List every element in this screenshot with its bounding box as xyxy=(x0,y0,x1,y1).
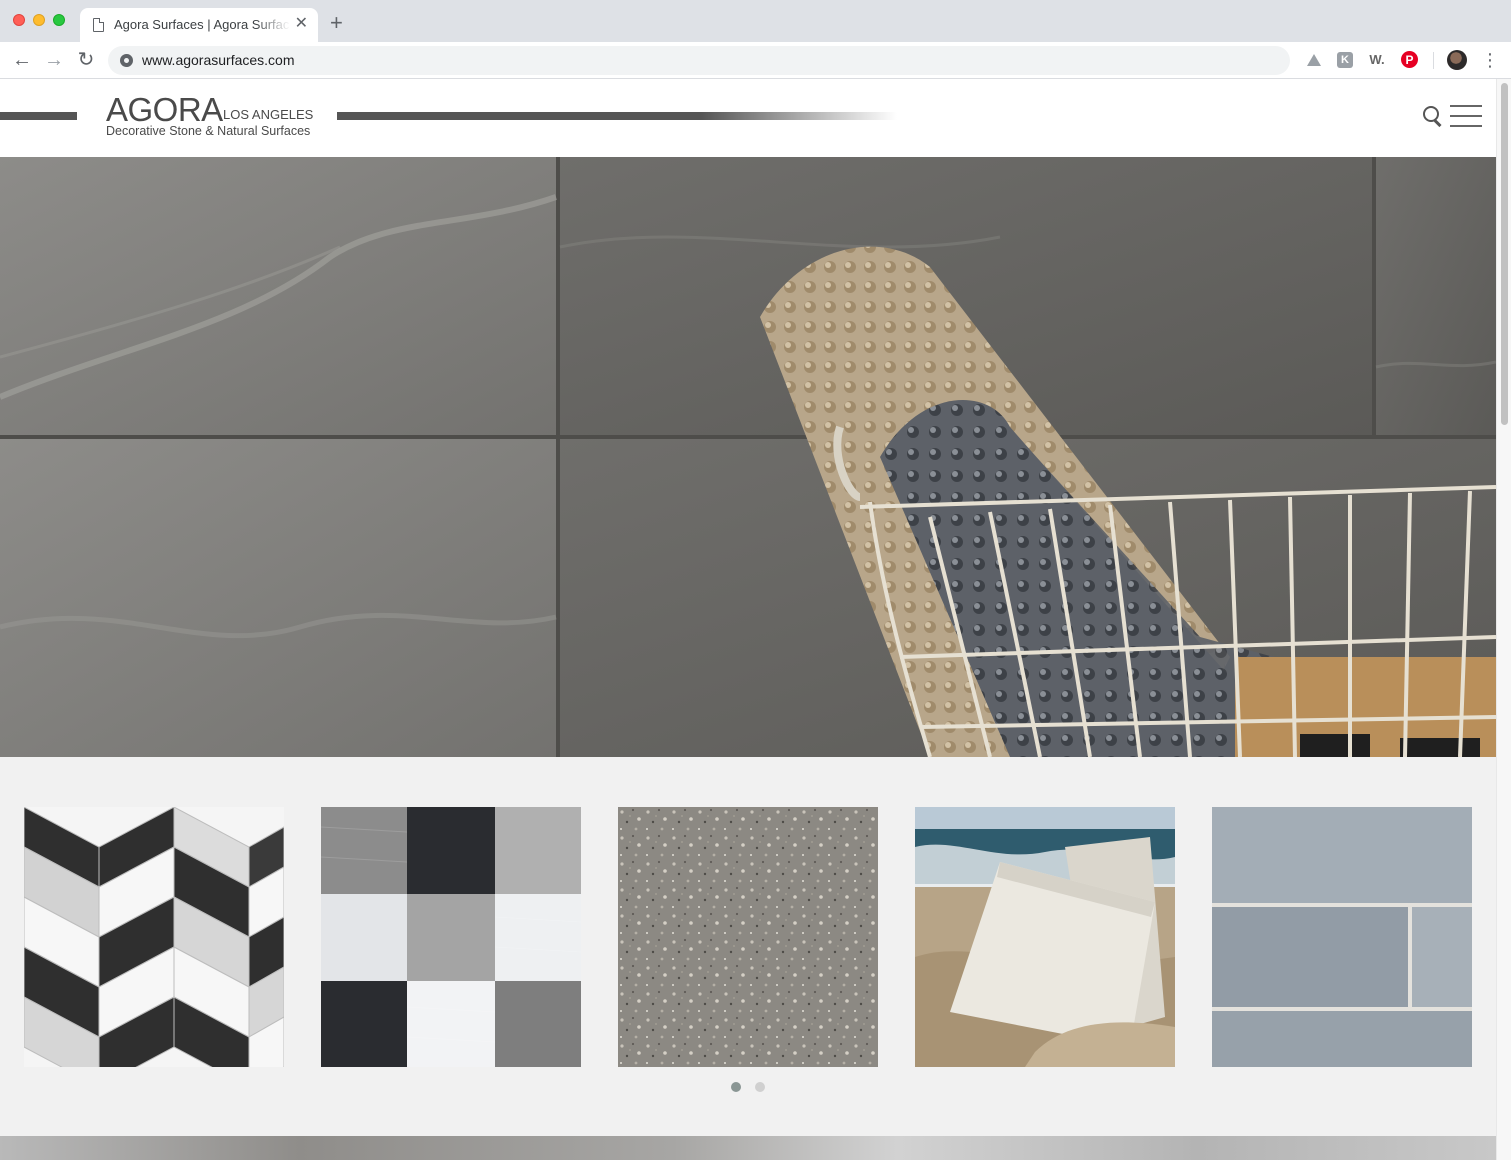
header-bar-right xyxy=(337,112,897,120)
browser-menu-icon[interactable]: ⋮ xyxy=(1481,48,1499,72)
product-tile-terrazzo[interactable] xyxy=(618,807,878,1067)
site-info-icon[interactable] xyxy=(120,54,133,67)
page-scrollbar[interactable] xyxy=(1496,79,1511,1160)
product-tile-subway[interactable] xyxy=(1212,807,1472,1067)
profile-avatar[interactable] xyxy=(1447,50,1467,70)
pinterest-icon[interactable]: P xyxy=(1401,51,1418,68)
document-icon xyxy=(93,18,104,32)
browser-tabbar: Agora Surfaces | Agora Surfaces ✕ + xyxy=(0,0,1511,42)
k-extension-icon[interactable]: K xyxy=(1337,52,1353,68)
menu-icon[interactable] xyxy=(1450,105,1482,127)
checker-tile-image xyxy=(321,807,581,1067)
hero-illustration xyxy=(0,157,1496,757)
forward-button[interactable]: → xyxy=(42,48,66,72)
maximize-window-button[interactable] xyxy=(53,14,65,26)
site-header: AGORA LOS ANGELES Decorative Stone & Nat… xyxy=(0,79,1496,157)
next-section-image xyxy=(0,1136,1496,1160)
toolbar-divider xyxy=(1433,52,1434,69)
subway-tile-image xyxy=(1212,807,1472,1067)
browser-toolbar: ← → ↻ www.agorasurfaces.com K W. P ⋮ xyxy=(0,42,1511,79)
back-button[interactable]: ← xyxy=(10,48,34,72)
reload-button[interactable]: ↻ xyxy=(74,48,98,72)
terrazzo-image xyxy=(618,807,878,1067)
address-bar[interactable]: www.agorasurfaces.com xyxy=(108,46,1290,75)
product-tile-checker[interactable] xyxy=(321,807,581,1067)
browser-tab[interactable]: Agora Surfaces | Agora Surfaces ✕ xyxy=(80,8,318,42)
w-extension-icon[interactable]: W. xyxy=(1368,51,1386,69)
scrollbar-thumb[interactable] xyxy=(1501,83,1508,425)
chevron-mosaic-image xyxy=(24,807,284,1067)
logo-wordmark: AGORA xyxy=(106,91,223,128)
url-text[interactable]: www.agorasurfaces.com xyxy=(142,52,295,68)
hero-image xyxy=(0,157,1496,757)
product-tile-chevron[interactable] xyxy=(24,807,284,1067)
close-window-button[interactable] xyxy=(13,14,25,26)
minimize-window-button[interactable] xyxy=(33,14,45,26)
new-tab-button[interactable]: + xyxy=(330,11,343,35)
logo-tagline: Decorative Stone & Natural Surfaces xyxy=(106,124,311,138)
search-icon[interactable] xyxy=(1423,106,1443,128)
site-logo[interactable]: AGORA LOS ANGELES Decorative Stone & Nat… xyxy=(106,93,326,143)
carousel-dot-2[interactable] xyxy=(755,1082,765,1092)
header-bar-left xyxy=(0,112,77,120)
close-tab-icon[interactable]: ✕ xyxy=(295,15,308,33)
product-carousel xyxy=(0,757,1496,1137)
drive-icon[interactable] xyxy=(1305,51,1323,69)
carousel-dot-1[interactable] xyxy=(731,1082,741,1092)
logo-city: LOS ANGELES xyxy=(223,107,314,122)
beach-quartz-image xyxy=(915,807,1175,1067)
product-tile-beach-quartz[interactable] xyxy=(915,807,1175,1067)
tab-title: Agora Surfaces | Agora Surfaces xyxy=(114,17,290,32)
page-viewport: AGORA LOS ANGELES Decorative Stone & Nat… xyxy=(0,79,1496,1160)
